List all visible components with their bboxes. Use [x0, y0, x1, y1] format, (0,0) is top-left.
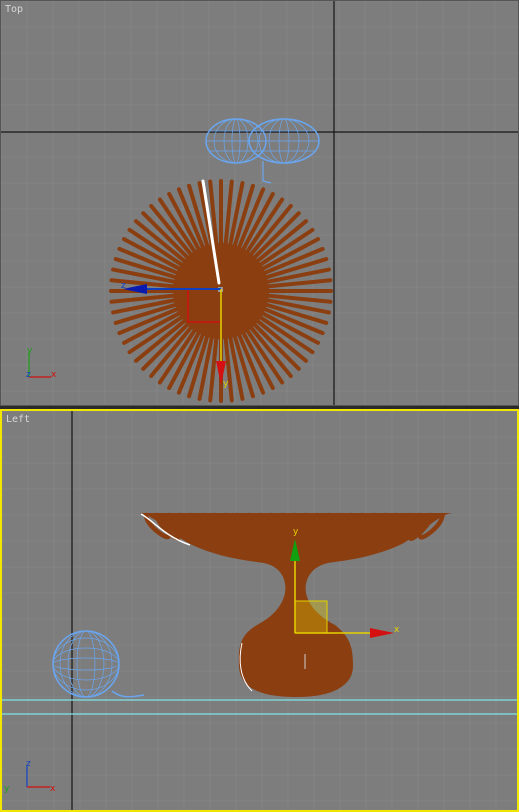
gizmo-label-x-left: x	[394, 625, 400, 635]
gizmo-label-z-top: z	[121, 281, 126, 291]
svg-text:y: y	[27, 346, 33, 356]
gizmo-label-y-left: y	[293, 527, 299, 537]
wireframe-ball-top-2[interactable]	[248, 118, 320, 184]
svg-text:x: x	[51, 370, 57, 380]
gizmo-plane-left[interactable]	[294, 600, 328, 634]
viewport-top-canvas[interactable]: z y y z x	[1, 1, 519, 406]
svg-text:z: z	[26, 759, 31, 769]
axis-triad-left: z y x	[4, 759, 56, 794]
viewport-label-left[interactable]: Left	[6, 414, 30, 425]
svg-text:y: y	[4, 784, 10, 794]
grid-left	[2, 411, 517, 810]
svg-text:x: x	[50, 784, 56, 794]
axis-triad-top: y z x	[26, 346, 57, 380]
svg-text:z: z	[26, 370, 31, 380]
grid-top	[1, 1, 518, 405]
gizmo-arrow-x-left[interactable]	[370, 628, 394, 638]
gizmo-label-y-top: y	[223, 379, 229, 389]
viewport-top[interactable]: Top z y y z x	[0, 0, 519, 406]
viewport-left[interactable]: Left y x z y x	[0, 409, 519, 812]
wireframe-ball-left[interactable]	[52, 630, 145, 698]
viewport-label-top[interactable]: Top	[5, 4, 23, 15]
viewport-left-canvas[interactable]: y x z y x	[2, 411, 517, 810]
